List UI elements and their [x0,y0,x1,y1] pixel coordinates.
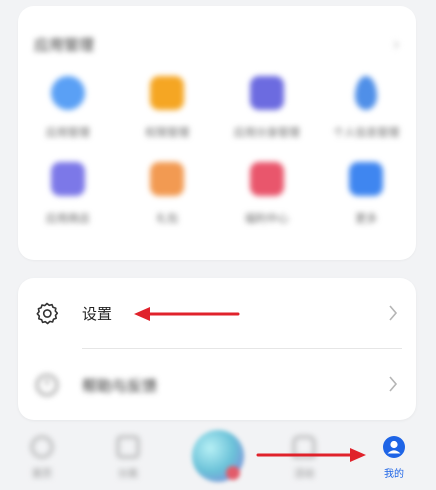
app-grid-item[interactable]: 应用商店 [18,162,118,226]
app-grid-item-label: 个人信息管理 [333,126,400,139]
app-grid-item-label: 更多 [355,212,378,225]
app-management-card: 应用管理 › 应用管理 权限管理 应用分身管理 个人信息管理 应用商店 礼包 福… [18,6,416,260]
blue-balloon-icon [355,76,378,110]
help-icon [36,374,58,396]
nav-item-home[interactable]: 首页 [12,428,72,490]
blue-grid-icon [349,162,384,196]
user-profile-icon [383,436,405,458]
chevron-right-icon [389,376,398,392]
app-grid-item-label: 应用商店 [45,212,90,225]
nav-item-mine[interactable]: 我的 [364,428,424,490]
help-feedback-label: 帮助与反馈 [82,377,158,395]
app-grid-item[interactable]: 福利中心 [217,162,317,226]
settings-row[interactable]: 设置 [18,278,416,348]
app-grid: 应用管理 权限管理 应用分身管理 个人信息管理 应用商店 礼包 福利中心 更多 [18,76,416,226]
app-grid-item[interactable]: 应用管理 [18,76,118,140]
app-grid-item-label: 应用分身管理 [233,126,300,139]
app-grid-item[interactable]: 个人信息管理 [317,76,417,140]
nav-item-label: 分类 [118,469,138,480]
shield-orange-icon [150,76,185,110]
app-grid-item[interactable]: 应用分身管理 [217,76,317,140]
nav-item-label: 首页 [32,469,52,480]
purple-app-icon [249,76,284,110]
app-grid-item[interactable]: 更多 [317,162,417,226]
app-grid-item[interactable]: 权限管理 [118,76,218,140]
app-grid-item-label: 权限管理 [145,126,190,139]
chevron-right-icon [389,305,398,321]
app-grid-item-label: 礼包 [156,212,179,225]
app-grid-item-label: 福利中心 [244,212,289,225]
settings-card: 设置 帮助与反馈 [18,278,416,420]
purple-store-icon [50,162,85,196]
orange-bag-icon [150,162,185,196]
chevron-right-icon: › [392,33,400,55]
activity-icon [293,436,315,458]
settings-label: 设置 [82,304,113,323]
nav-item-label: 我的 [384,469,404,480]
nav-item-category[interactable]: 分类 [98,428,158,490]
nav-item-activity[interactable]: 活动 [274,428,334,490]
help-feedback-row[interactable]: 帮助与反馈 [18,349,416,419]
app-management-title: 应用管理 [34,35,95,54]
category-icon [117,436,139,458]
circle-blue-icon [50,76,85,110]
app-grid-item[interactable]: 礼包 [118,162,218,226]
center-assistant-button[interactable] [192,430,244,482]
nav-item-label: 活动 [294,469,314,480]
gear-icon [36,302,59,325]
home-icon [31,436,53,458]
app-management-header[interactable]: 应用管理 › [34,32,400,56]
app-grid-item-label: 应用管理 [45,126,90,139]
red-gift-icon [249,162,284,196]
